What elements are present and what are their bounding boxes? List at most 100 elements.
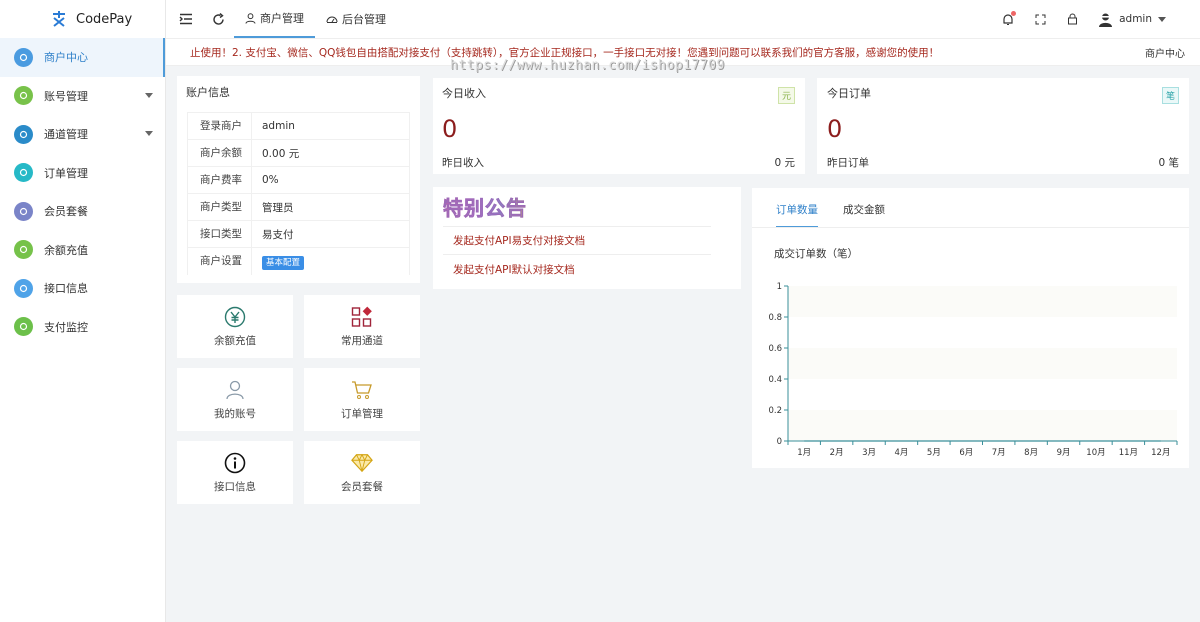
quick-label: 余额充值 — [214, 334, 256, 347]
y-tick-label: 0.6 — [768, 344, 782, 354]
chart-title: 成交订单数（笔） — [774, 247, 858, 260]
announcement-link-1[interactable]: 发起支付API易支付对接文档 — [453, 233, 585, 248]
account-value: 0.00 元 — [262, 147, 300, 160]
x-tick-label: 8月 — [1024, 448, 1038, 458]
home-icon — [14, 47, 33, 67]
account-row: 商户余额 0.00 元 — [188, 139, 409, 167]
announcement-title-text: 特别公告 — [443, 196, 527, 221]
chevron-down-icon[interactable] — [145, 92, 153, 98]
account-key: 商户类型 — [188, 193, 252, 221]
sidebar-item-label: 支付监控 — [44, 320, 88, 334]
account-key: 接口类型 — [188, 220, 252, 248]
avatar — [1099, 13, 1113, 27]
sidebar-item-grid[interactable]: 通道管理 — [0, 115, 165, 154]
sidebar: CodePay 商户中心账号管理通道管理订单管理 会员套餐余额充值接口信息支付监控 — [0, 0, 166, 622]
grid-band — [788, 348, 1177, 379]
y-tick-label: 0 — [777, 437, 782, 447]
x-tick-label: 7月 — [992, 448, 1006, 458]
sidebar-item-user[interactable]: 账号管理 — [0, 77, 165, 116]
gem-icon — [14, 201, 33, 221]
quick-membership[interactable]: 会员套餐 — [304, 441, 420, 504]
sidebar-item-label: 通道管理 — [44, 128, 88, 142]
x-tick-label: 4月 — [894, 448, 908, 458]
quick-label: 接口信息 — [214, 480, 256, 493]
codepay-logo-icon — [50, 10, 68, 28]
quick-recharge[interactable]: 余额充值 — [177, 295, 293, 358]
account-row: 商户费率 0% — [188, 166, 409, 194]
account-row: 商户类型 管理员 — [188, 193, 409, 221]
y-tick-label: 0.8 — [768, 313, 782, 323]
sidebar-item-monitor[interactable]: 支付监控 — [0, 308, 165, 347]
chevron-down-icon — [1158, 16, 1166, 22]
quick-channels[interactable]: 常用通道 — [304, 295, 420, 358]
info-circle-icon — [224, 452, 246, 474]
y-tick-label: 0.2 — [768, 406, 782, 416]
basic-config-button[interactable]: 基本配置 — [262, 255, 305, 270]
cart-icon — [14, 163, 33, 183]
quick-api-info[interactable]: 接口信息 — [177, 441, 293, 504]
fullscreen-icon[interactable] — [1024, 0, 1056, 38]
coin-icon — [14, 240, 33, 260]
sidebar-item-label: 账号管理 — [44, 89, 88, 103]
user-menu[interactable]: admin — [1088, 12, 1200, 27]
sidebar-nav: 商户中心账号管理通道管理订单管理 会员套餐余额充值接口信息支付监控 — [0, 38, 165, 346]
refresh-icon[interactable] — [202, 0, 234, 38]
cart-outline-icon — [351, 379, 373, 401]
user-outline-icon — [224, 379, 246, 401]
chevron-down-icon[interactable] — [145, 131, 153, 136]
yen-icon — [224, 306, 246, 328]
sidebar-item-gem[interactable]: 会员套餐 — [0, 192, 165, 231]
x-tick-label: 11月 — [1119, 448, 1138, 458]
account-rows: 登录商户 admin 商户余额 0.00 元商户费率 0% 商户类型 管理员 接口类型 易支付 — [188, 112, 409, 248]
menu-toggle-icon[interactable] — [170, 0, 202, 38]
income-value: 0 — [442, 115, 458, 143]
sidebar-item-label: 接口信息 — [44, 282, 88, 296]
account-value: 0% — [262, 174, 279, 186]
account-value: 管理员 — [262, 201, 294, 214]
x-tick-label: 2月 — [830, 448, 844, 458]
quick-label: 订单管理 — [341, 407, 383, 420]
orders-unit-badge: 笔 — [1161, 87, 1179, 104]
account-info-card: 账户信息 登录商户 admin 商户余额 0.00 元商户费率 0% 商户类型 管理员 接口类… — [177, 76, 420, 283]
quick-account[interactable]: 我的账号 — [177, 368, 293, 431]
sidebar-item-cart[interactable]: 订单管理 — [0, 154, 165, 193]
user-icon — [14, 86, 33, 106]
quick-orders[interactable]: 订单管理 — [304, 368, 420, 431]
grid-band — [788, 286, 1177, 317]
tab-admin[interactable]: 后台管理 — [315, 0, 397, 38]
username: admin — [1119, 13, 1152, 25]
tab-label: 后台管理 — [342, 13, 386, 26]
order-chart: 成交订单数（笔） 1 0.8 0.6 0.4 0.2 0 1月 2月 3月 4月 5月 6月 7月 8月 9月… — [768, 247, 1178, 458]
info-icon — [14, 278, 33, 298]
orders-sub-value: 0 笔 — [1158, 157, 1179, 169]
grid-icon — [14, 124, 33, 144]
account-info-table: 登录商户 admin 商户余额 0.00 元商户费率 0% 商户类型 管理员 接口类型 易支付 … — [187, 112, 410, 275]
income-title: 今日收入 — [442, 87, 486, 100]
x-tick-label: 3月 — [862, 448, 876, 458]
quick-label: 常用通道 — [341, 334, 383, 347]
account-key: 登录商户 — [188, 112, 252, 140]
account-key: 商户余额 — [188, 139, 252, 167]
diamond-icon — [351, 452, 373, 474]
sidebar-item-home[interactable]: 商户中心 — [0, 38, 165, 77]
topbar: 商户管理 后台管理 admin — [166, 0, 1200, 38]
tab-merchant[interactable]: 商户管理 — [234, 0, 315, 38]
grid-band — [788, 410, 1177, 441]
bell-icon[interactable] — [992, 0, 1024, 38]
account-settings-row: 商户设置 基本配置 — [188, 248, 409, 275]
sidebar-item-label: 商户中心 — [44, 51, 88, 65]
lock-icon[interactable] — [1056, 0, 1088, 38]
notification-dot — [1011, 11, 1017, 16]
dashboard-icon — [326, 16, 338, 23]
announcement-link-2[interactable]: 发起支付API默认对接文档 — [453, 262, 575, 277]
apps-icon — [351, 306, 373, 328]
sidebar-item-coin[interactable]: 余额充值 — [0, 231, 165, 270]
app-logo[interactable]: CodePay — [0, 0, 165, 38]
orders-title: 今日订单 — [827, 87, 871, 100]
x-tick-label: 9月 — [1057, 448, 1071, 458]
sidebar-item-info[interactable]: 接口信息 — [0, 269, 165, 308]
quick-label: 会员套餐 — [341, 480, 383, 493]
announcement-card: 特别公告 发起支付API易支付对接文档 发起支付API默认对接文档 — [433, 187, 741, 289]
account-info-title: 账户信息 — [186, 86, 230, 99]
sidebar-item-label: 余额充值 — [44, 243, 88, 257]
